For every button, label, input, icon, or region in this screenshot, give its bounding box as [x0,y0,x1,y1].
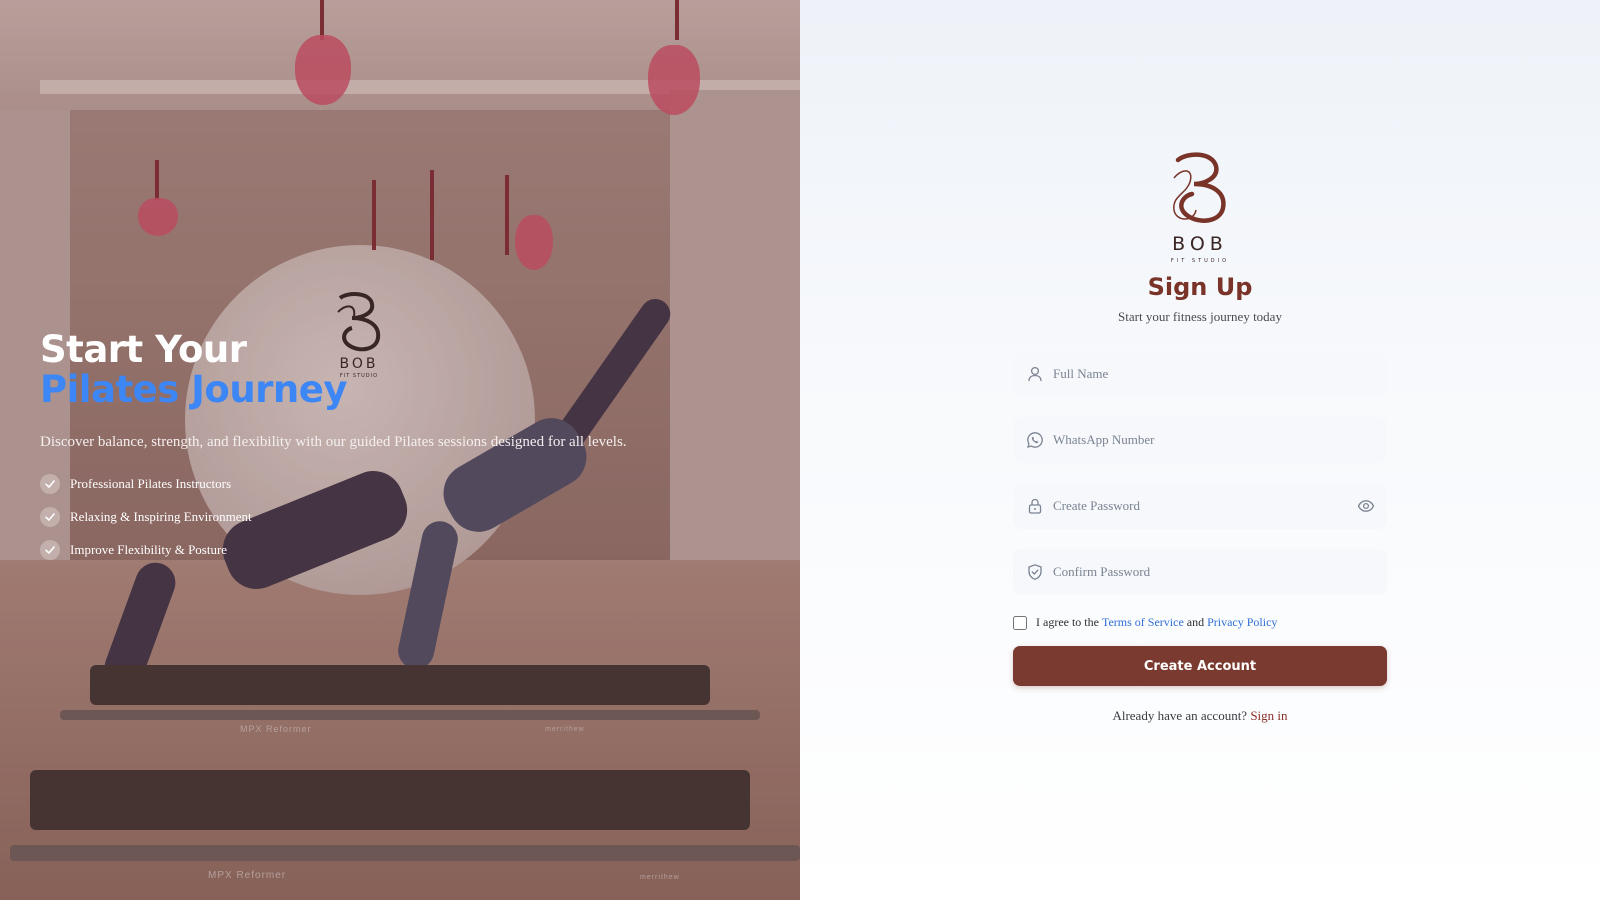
signin-prompt: Already have an account? Sign in [1013,708,1387,724]
user-icon [1028,366,1042,382]
hero-title-accent: Pilates Journey [40,368,347,411]
page-title: Sign Up [1147,273,1253,301]
full-name-field-wrapper [1013,351,1387,397]
feature-item: Relaxing & Inspiring Environment [40,506,760,528]
signin-link[interactable]: Sign in [1250,708,1287,723]
privacy-link[interactable]: Privacy Policy [1207,615,1277,630]
brand-logo-tagline: FIT STUDIO [1171,258,1229,264]
whatsapp-input[interactable] [1013,417,1387,463]
signin-prompt-text: Already have an account? [1112,708,1248,723]
hero-content: Start Your Pilates Journey Discover bala… [40,330,760,572]
terms-agreement: I agree to the Terms of Service and Priv… [1013,615,1387,630]
hero-description: Discover balance, strength, and flexibil… [40,434,627,450]
feature-list: Professional Pilates Instructors Relaxin… [40,473,760,561]
eye-icon[interactable] [1357,497,1375,515]
brand-logo-text: BOB [1172,233,1228,255]
hero-title-line1: Start Your [40,328,247,371]
check-circle-icon [40,540,60,560]
terms-checkbox[interactable] [1013,615,1027,630]
hero-panel: MPX Reformer MPX Reformer merrithew merr… [0,0,800,900]
check-circle-icon [40,507,60,527]
signup-card: BOB FIT STUDIO Sign Up Start your fitnes… [1013,150,1387,724]
whatsapp-icon [1027,432,1043,448]
terms-link[interactable]: Terms of Service [1102,615,1184,630]
feature-label: Relaxing & Inspiring Environment [70,509,252,524]
shield-check-icon [1028,564,1042,580]
agree-and: and [1186,615,1205,629]
brand-logo: BOB FIT STUDIO [1171,152,1229,264]
feature-label: Improve Flexibility & Posture [70,542,228,557]
check-circle-icon [40,474,60,494]
confirm-password-input[interactable] [1013,549,1387,595]
feature-item: Improve Flexibility & Posture [40,539,760,561]
signup-form: I agree to the Terms of Service and Priv… [1013,351,1387,724]
lock-icon [1028,498,1042,514]
confirm-password-field-wrapper [1013,549,1387,595]
whatsapp-field-wrapper [1013,417,1387,463]
create-account-button[interactable]: Create Account [1013,646,1387,686]
hero-title: Start Your Pilates Journey [40,330,760,410]
page-subtitle: Start your fitness journey today [1118,309,1282,324]
feature-label: Professional Pilates Instructors [70,476,232,491]
password-field-wrapper [1013,483,1387,529]
signup-panel: BOB FIT STUDIO Sign Up Start your fitnes… [800,0,1600,900]
agree-prefix: I agree to the [1036,615,1099,629]
full-name-input[interactable] [1013,351,1387,397]
feature-item: Professional Pilates Instructors [40,473,760,495]
password-input[interactable] [1013,483,1387,529]
